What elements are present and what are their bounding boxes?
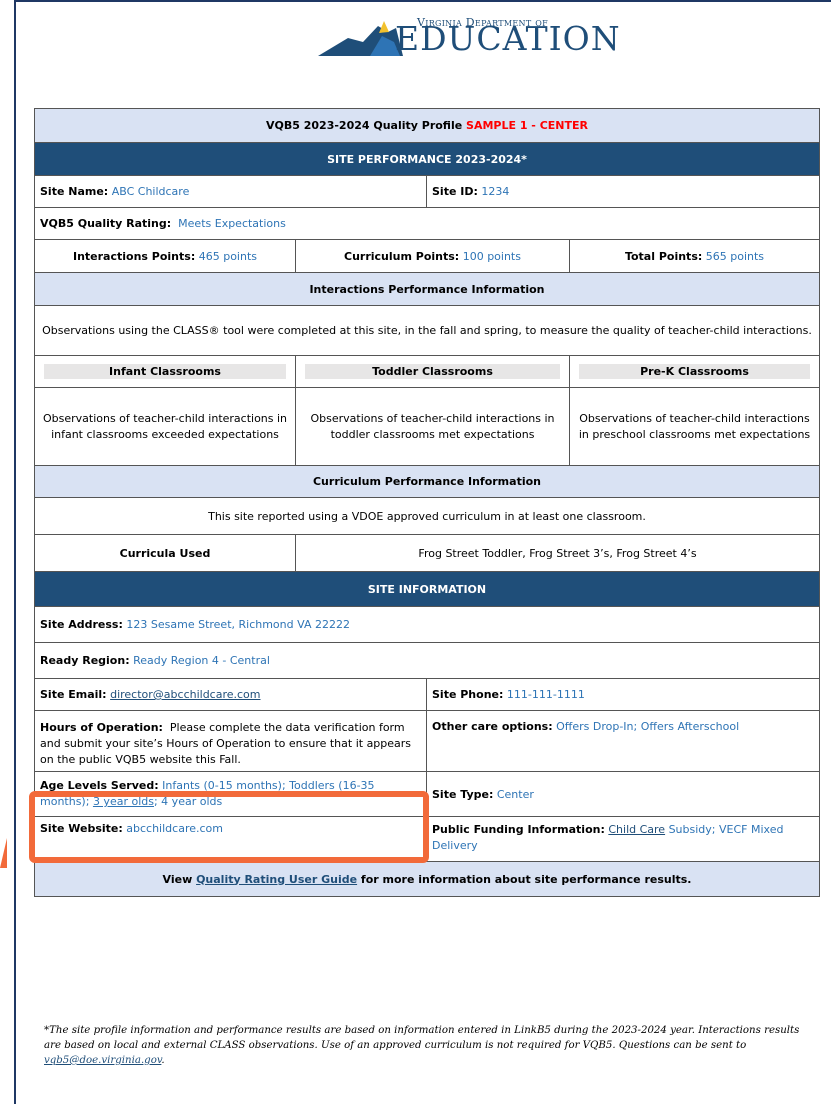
site-phone: 111-111-1111 <box>506 688 585 701</box>
quality-profile-table: VQB5 2023-2024 Quality Profile SAMPLE 1 … <box>34 108 820 897</box>
site-name: ABC Childcare <box>111 185 190 198</box>
interactions-header: Interactions Performance Information <box>34 272 820 306</box>
curricula-used: Frog Street Toddler, Frog Street 3’s, Fr… <box>295 534 820 572</box>
curriculum-description: This site reported using a VDOE approved… <box>34 497 820 535</box>
prek-result: Observations of teacher-child interactio… <box>569 387 820 466</box>
hours-of-operation-cell: Hours of Operation: Please complete the … <box>34 710 427 772</box>
footnote: *The site profile information and perfor… <box>44 1025 800 1066</box>
site-id: 1234 <box>481 185 510 198</box>
site-information-header: SITE INFORMATION <box>34 571 820 607</box>
site-phone-cell: Site Phone: 111-111-1111 <box>426 678 820 711</box>
curricula-used-label: Curricula Used <box>34 534 296 572</box>
toddler-result: Observations of teacher-child interactio… <box>295 387 570 466</box>
curriculum-header: Curriculum Performance Information <box>34 465 820 498</box>
quality-rating-cell: VQB5 Quality Rating: Meets Expectations <box>34 207 820 240</box>
child-care-link[interactable]: Child Care <box>608 823 665 836</box>
prek-classrooms-header: Pre-K Classrooms <box>569 355 820 388</box>
site-type-cell: Site Type: Center <box>426 771 820 817</box>
quality-rating: Meets Expectations <box>178 217 286 230</box>
site-email-cell: Site Email: director@abcchildcare.com <box>34 678 427 711</box>
logo-big-text: EDUCATION <box>395 19 621 58</box>
other-care-cell: Other care options: Offers Drop-In; Offe… <box>426 710 820 772</box>
interactions-description: Observations using the CLASS® tool were … <box>34 305 820 356</box>
site-address: 123 Sesame Street, Richmond VA 22222 <box>126 618 350 631</box>
quality-rating-user-guide-link[interactable]: Quality Rating User Guide <box>196 873 357 886</box>
total-points-cell: Total Points: 565 points <box>569 239 820 273</box>
interactions-points-cell: Interactions Points: 465 points <box>34 239 296 273</box>
infant-result: Observations of teacher-child interactio… <box>34 387 296 466</box>
ready-region: Ready Region 4 - Central <box>133 654 270 667</box>
profile-title: VQB5 2023-2024 Quality Profile SAMPLE 1 … <box>34 108 820 143</box>
site-address-cell: Site Address: 123 Sesame Street, Richmon… <box>34 606 820 643</box>
public-funding-cell: Public Funding Information: Child Care S… <box>426 816 820 862</box>
site-name-cell: Site Name: ABC Childcare <box>34 175 427 208</box>
sample-label: SAMPLE 1 - CENTER <box>466 119 588 132</box>
pointer-arrow-icon <box>0 838 7 868</box>
site-email-link[interactable]: director@abcchildcare.com <box>110 688 260 701</box>
hours-highlight-box <box>29 791 429 863</box>
ready-region-cell: Ready Region: Ready Region 4 - Central <box>34 642 820 679</box>
other-care: Offers Drop-In; Offers Afterschool <box>556 720 740 733</box>
curriculum-points: 100 points <box>462 249 521 263</box>
user-guide-row: View Quality Rating User Guide for more … <box>34 861 820 897</box>
toddler-classrooms-header: Toddler Classrooms <box>295 355 570 388</box>
curriculum-points-cell: Curriculum Points: 100 points <box>295 239 570 273</box>
site-type: Center <box>496 787 534 801</box>
site-id-cell: Site ID: 1234 <box>426 175 820 208</box>
total-points: 565 points <box>705 249 765 263</box>
vqb5-email-link[interactable]: vqb5@doe.virginia.gov <box>44 1055 161 1066</box>
interactions-points: 465 points <box>198 249 257 263</box>
infant-classrooms-header: Infant Classrooms <box>34 355 296 388</box>
site-performance-header: SITE PERFORMANCE 2023-2024* <box>34 142 820 176</box>
